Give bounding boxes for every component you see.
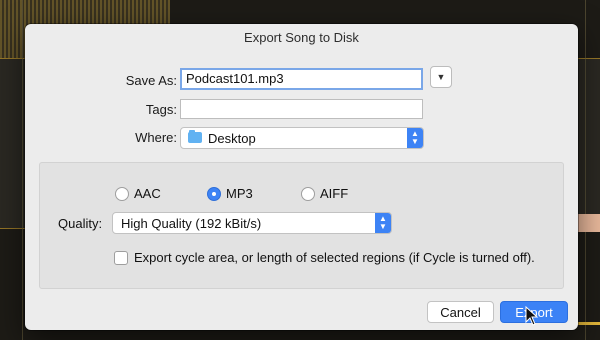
expand-button[interactable]: ▼ [430, 66, 452, 88]
quality-popup[interactable]: High Quality (192 kBit/s) ▲ ▼ [112, 212, 392, 234]
cycle-checkbox-label: Export cycle area, or length of selected… [134, 250, 535, 265]
export-dialog: Export Song to Disk Save As: Podcast101.… [25, 24, 578, 330]
radio-mp3[interactable] [207, 187, 221, 201]
popup-arrows-icon: ▲ ▼ [407, 128, 423, 148]
folder-icon [188, 130, 202, 143]
cycle-checkbox[interactable] [114, 251, 128, 265]
dialog-title: Export Song to Disk [244, 30, 359, 45]
popup-arrows-icon: ▲ ▼ [375, 213, 391, 233]
radio-aiff[interactable] [301, 187, 315, 201]
radio-mp3-label: MP3 [226, 186, 253, 201]
where-popup[interactable]: Desktop ▲ ▼ [180, 127, 424, 149]
grid-line [22, 0, 23, 340]
quality-value: High Quality (192 kBit/s) [121, 216, 262, 231]
tags-label: Tags: [145, 102, 177, 117]
grid-line [585, 0, 586, 340]
tags-field[interactable] [180, 99, 423, 119]
where-label: Where: [135, 130, 177, 145]
cancel-button[interactable]: Cancel [427, 301, 494, 323]
save-as-label: Save As: [125, 73, 177, 88]
save-as-field[interactable]: Podcast101.mp3 [180, 68, 423, 90]
where-value: Desktop [208, 131, 256, 146]
quality-label: Quality: [58, 216, 103, 231]
format-options-panel: AAC MP3 AIFF Quality: High Quality (192 … [39, 162, 564, 289]
radio-aac[interactable] [115, 187, 129, 201]
radio-aiff-label: AIFF [320, 186, 349, 201]
chevron-down-icon: ▼ [436, 72, 446, 82]
radio-aac-label: AAC [134, 186, 161, 201]
